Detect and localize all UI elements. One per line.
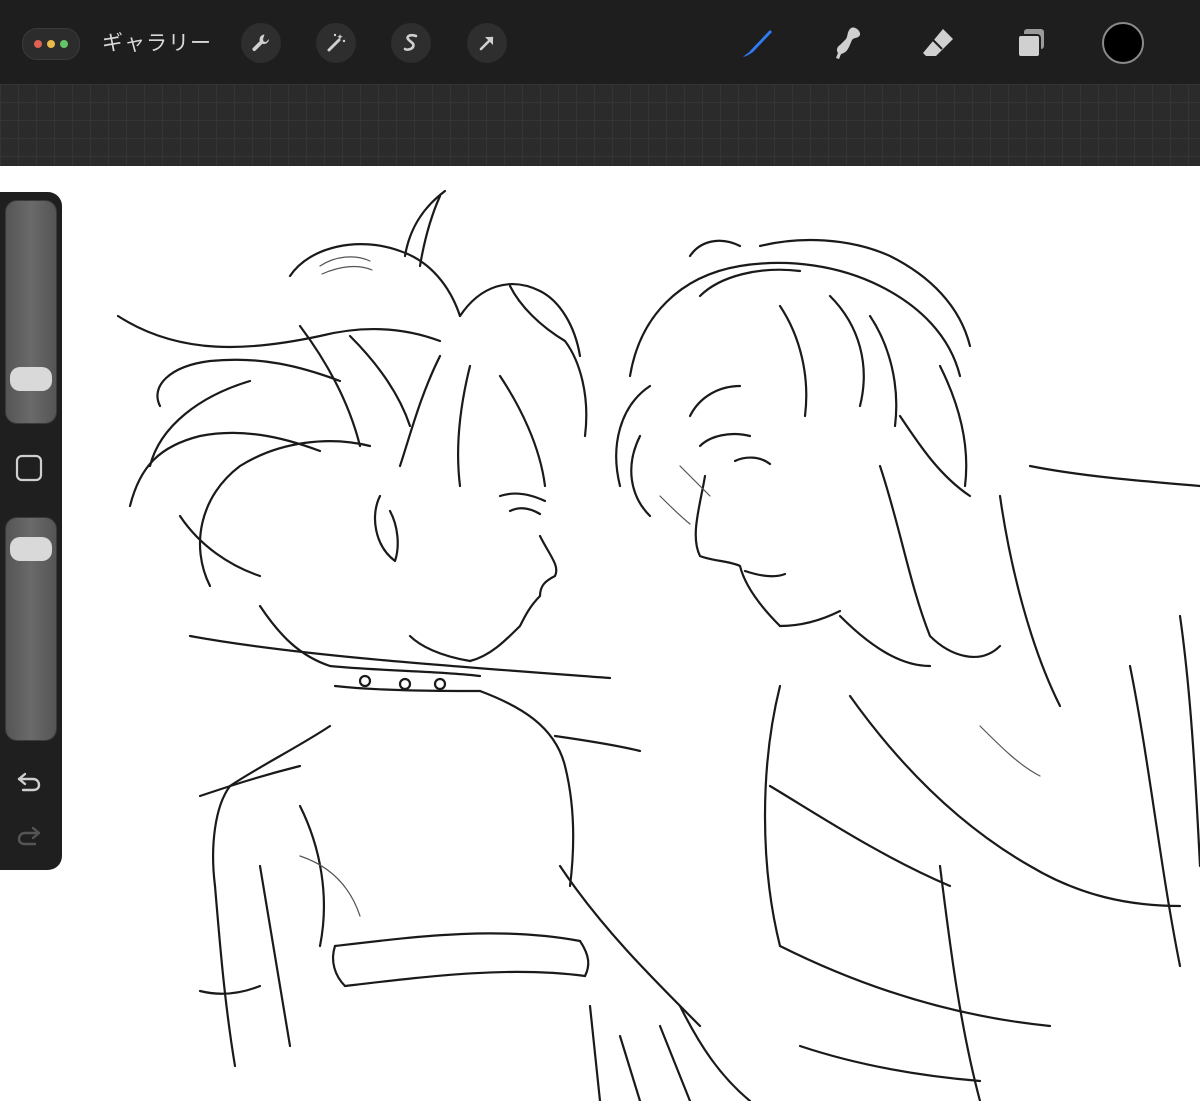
layers-tool[interactable]: [1008, 20, 1054, 66]
selection-button[interactable]: [391, 23, 431, 63]
smudge-tool[interactable]: [824, 20, 870, 66]
undo-icon: [17, 772, 41, 792]
sketch-artwork: [116, 189, 1200, 1101]
smudge-icon: [836, 27, 861, 59]
top-toolbar: ギャラリー: [0, 0, 1200, 85]
actions-button[interactable]: [241, 23, 281, 63]
selection-icon: [403, 33, 418, 51]
menu-dot-red: [34, 40, 42, 48]
transform-button[interactable]: [467, 23, 507, 63]
magic-wand-icon: [327, 33, 346, 52]
brush-icon: [743, 30, 772, 57]
modify-button[interactable]: [15, 454, 43, 482]
brush-size-slider[interactable]: [5, 200, 57, 424]
left-sidebar: [0, 192, 62, 870]
eraser-icon: [923, 29, 953, 56]
menu-dot-green: [60, 40, 68, 48]
transform-arrow-icon: [479, 36, 494, 51]
eraser-tool[interactable]: [915, 20, 961, 66]
color-picker-button[interactable]: [1102, 22, 1144, 64]
brush-tool[interactable]: [734, 20, 780, 66]
modify-square-icon: [15, 454, 43, 482]
drawing-canvas[interactable]: [0, 166, 1200, 1101]
opacity-slider[interactable]: [5, 517, 57, 741]
adjustments-button[interactable]: [316, 23, 356, 63]
brush-size-thumb[interactable]: [10, 366, 52, 391]
redo-icon: [17, 826, 41, 846]
opacity-thumb[interactable]: [10, 537, 52, 562]
menu-dot-yellow: [47, 40, 55, 48]
workspace-background: [0, 84, 1200, 166]
gallery-button[interactable]: ギャラリー: [102, 28, 212, 58]
undo-button[interactable]: [13, 766, 45, 798]
redo-button[interactable]: [13, 820, 45, 852]
layers-icon: [1017, 29, 1044, 58]
wrench-icon: [252, 34, 269, 52]
menu-dots-button[interactable]: [22, 28, 80, 60]
